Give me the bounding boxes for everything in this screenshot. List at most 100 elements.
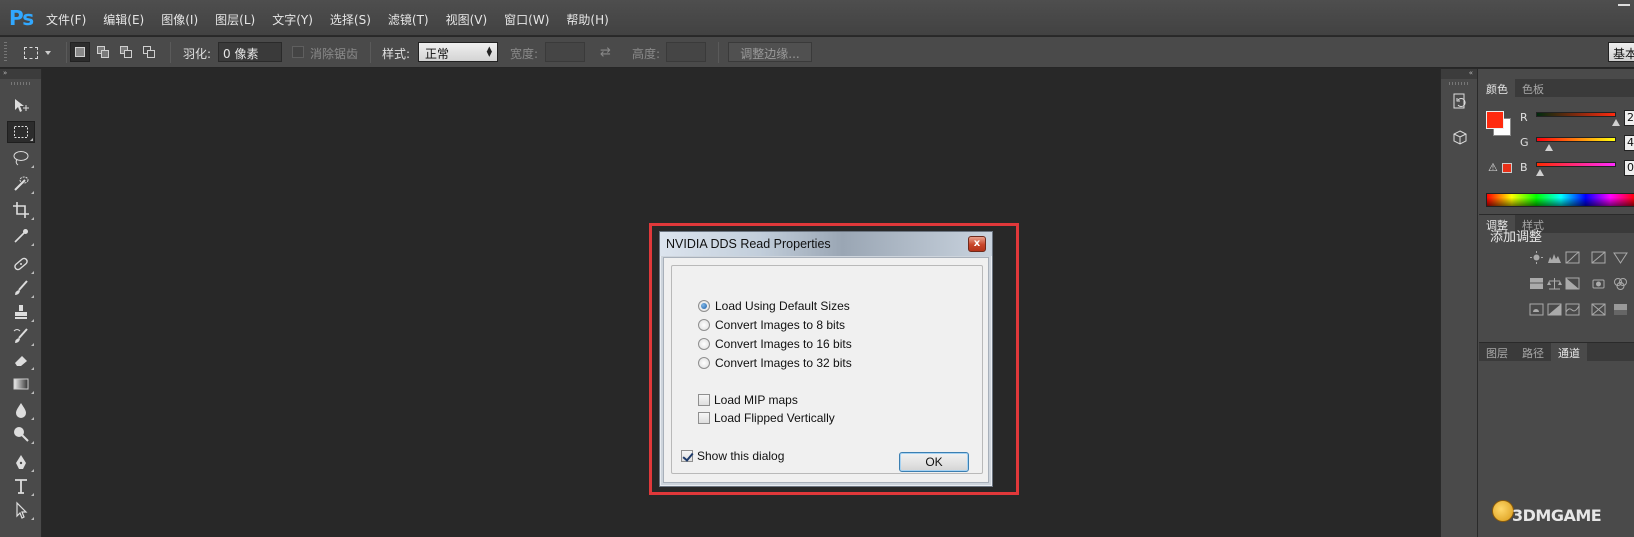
ok-button[interactable]: OK — [899, 452, 969, 472]
invert-icon[interactable] — [1528, 302, 1544, 316]
gradient-map-icon[interactable] — [1612, 302, 1628, 316]
path-selection-tool[interactable] — [7, 499, 35, 521]
slider-g-thumb[interactable] — [1544, 144, 1553, 151]
intersect-selection-button[interactable] — [139, 42, 159, 62]
slider-r-thumb[interactable] — [1612, 119, 1620, 126]
healing-brush-tool[interactable] — [7, 253, 35, 275]
feather-input[interactable]: 0 像素 — [218, 42, 282, 62]
tools-grip[interactable] — [10, 82, 31, 85]
eyedropper-tool[interactable] — [7, 225, 35, 247]
dialog-titlebar[interactable]: NVIDIA DDS Read Properties x — [660, 232, 992, 256]
radio-button[interactable] — [698, 357, 710, 369]
height-input[interactable] — [666, 42, 706, 62]
marquee-tool[interactable] — [7, 121, 35, 143]
hue-saturation-icon[interactable] — [1528, 276, 1544, 290]
levels-icon[interactable] — [1546, 250, 1562, 264]
gamut-color-swatch[interactable] — [1502, 163, 1512, 173]
collapse-tools-icon[interactable]: » — [0, 69, 41, 79]
path-select-icon — [16, 501, 28, 519]
radio-button[interactable] — [698, 300, 710, 312]
menu-file[interactable]: 文件(F) — [46, 11, 86, 28]
swap-icon[interactable]: ⇄ — [600, 45, 611, 60]
menu-type[interactable]: 文字(Y) — [272, 11, 313, 28]
menu-view[interactable]: 视图(V) — [446, 11, 488, 28]
menu-layer[interactable]: 图层(L) — [215, 11, 255, 28]
slider-b-thumb[interactable] — [1536, 169, 1544, 176]
history-brush-tool[interactable] — [7, 325, 35, 347]
checkbox-load-mip-maps[interactable]: Load MIP maps — [698, 393, 798, 407]
exposure-icon[interactable] — [1590, 250, 1606, 264]
antialias-checkbox[interactable] — [292, 46, 304, 58]
type-tool[interactable] — [7, 475, 35, 497]
pen-tool[interactable] — [7, 451, 35, 473]
slider-b[interactable] — [1536, 162, 1616, 167]
collapse-dock-icon[interactable]: « — [1441, 69, 1477, 79]
curves-icon[interactable] — [1564, 250, 1580, 264]
new-selection-button[interactable] — [70, 42, 90, 62]
tab-swatches[interactable]: 色板 — [1515, 79, 1551, 97]
options-bar: 羽化: 0 像素 消除锯齿 样式: 正常 ▲ ▼ 宽度: ⇄ 高度: 调整边缘..… — [0, 37, 1634, 68]
move-tool[interactable] — [7, 95, 35, 117]
close-icon[interactable]: x — [968, 236, 986, 252]
color-spectrum[interactable] — [1486, 193, 1634, 207]
value-b[interactable]: 0 — [1624, 160, 1634, 176]
minimize-icon[interactable] — [1618, 4, 1630, 6]
vibrance-icon[interactable] — [1612, 250, 1628, 264]
style-select[interactable]: 正常 ▲ ▼ — [418, 42, 498, 62]
black-white-icon[interactable] — [1564, 276, 1580, 290]
channel-mixer-icon[interactable] — [1612, 276, 1628, 290]
menu-filter[interactable]: 滤镜(T) — [388, 11, 429, 28]
checkbox[interactable] — [681, 450, 693, 462]
tab-layers[interactable]: 图层 — [1479, 343, 1515, 361]
crop-tool[interactable] — [7, 199, 35, 221]
slider-r[interactable] — [1536, 112, 1616, 117]
checkbox-load-flipped[interactable]: Load Flipped Vertically — [698, 411, 835, 425]
history-panel-button[interactable] — [1449, 90, 1471, 112]
dodge-tool[interactable] — [7, 423, 35, 445]
posterize-icon[interactable] — [1546, 302, 1562, 316]
menu-edit[interactable]: 编辑(E) — [103, 11, 144, 28]
blur-tool[interactable] — [7, 399, 35, 421]
slider-g[interactable] — [1536, 137, 1616, 142]
radio-button[interactable] — [698, 338, 710, 350]
tab-channels[interactable]: 通道 — [1551, 343, 1587, 361]
menu-window[interactable]: 窗口(W) — [504, 11, 549, 28]
checkbox-show-dialog[interactable]: Show this dialog — [681, 449, 784, 463]
color-balance-icon[interactable] — [1546, 276, 1562, 290]
dock-grip[interactable] — [1449, 82, 1469, 85]
eraser-tool[interactable] — [7, 349, 35, 371]
menu-help[interactable]: 帮助(H) — [566, 11, 608, 28]
value-g[interactable]: 4 — [1624, 135, 1634, 151]
value-r[interactable]: 2 — [1624, 110, 1634, 126]
radio-button[interactable] — [698, 319, 710, 331]
workspace-button[interactable]: 基本 — [1608, 42, 1634, 62]
brightness-icon[interactable] — [1528, 250, 1544, 264]
add-selection-button[interactable] — [93, 42, 113, 62]
radio-default-sizes[interactable]: Load Using Default Sizes — [698, 299, 850, 313]
tab-color[interactable]: 颜色 — [1479, 79, 1515, 97]
menu-select[interactable]: 选择(S) — [330, 11, 371, 28]
gamut-warning-icon[interactable]: ⚠ — [1488, 161, 1498, 174]
subtract-selection-button[interactable] — [116, 42, 136, 62]
refine-edge-button[interactable]: 调整边缘... — [728, 42, 812, 62]
checkbox[interactable] — [698, 412, 710, 424]
gradient-tool[interactable] — [7, 373, 35, 395]
quick-selection-tool[interactable] — [7, 173, 35, 195]
radio-32-bits[interactable]: Convert Images to 32 bits — [698, 356, 852, 370]
radio-8-bits[interactable]: Convert Images to 8 bits — [698, 318, 845, 332]
selective-color-icon[interactable] — [1590, 302, 1606, 316]
tool-preset-picker[interactable] — [20, 37, 60, 68]
properties-panel-button[interactable] — [1449, 127, 1471, 149]
checkbox[interactable] — [698, 394, 710, 406]
photo-filter-icon[interactable] — [1590, 276, 1606, 290]
threshold-icon[interactable] — [1564, 302, 1580, 316]
width-input[interactable] — [545, 42, 585, 62]
lasso-tool[interactable] — [7, 147, 35, 169]
options-grip-icon[interactable] — [4, 42, 7, 62]
menu-image[interactable]: 图像(I) — [161, 11, 198, 28]
tab-paths[interactable]: 路径 — [1515, 343, 1551, 361]
foreground-color-swatch[interactable] — [1486, 111, 1504, 129]
radio-16-bits[interactable]: Convert Images to 16 bits — [698, 337, 852, 351]
clone-stamp-tool[interactable] — [7, 301, 35, 323]
brush-tool[interactable] — [7, 277, 35, 299]
